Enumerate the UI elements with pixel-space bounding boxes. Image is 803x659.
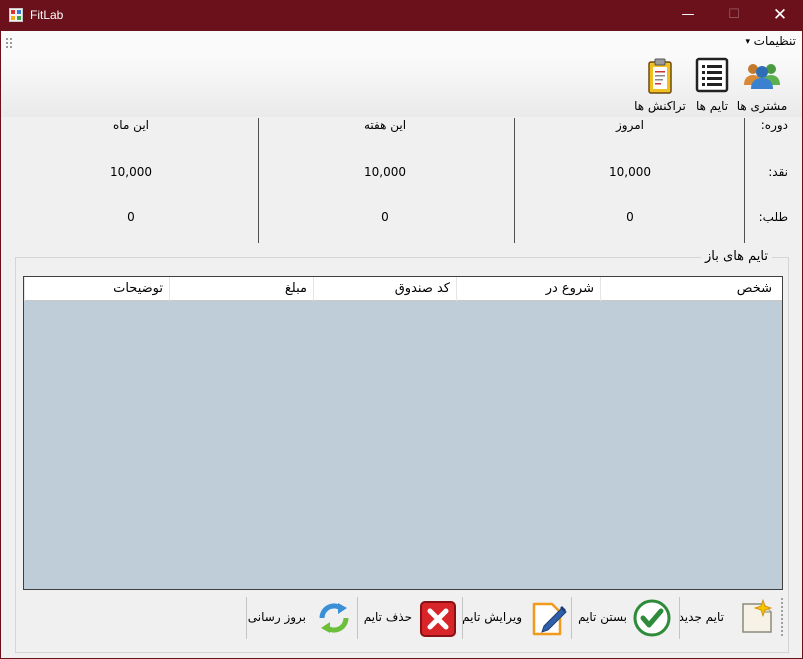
- edit-time-button[interactable]: ویرایش تایم: [462, 594, 570, 642]
- new-time-button[interactable]: تایم جدید: [678, 594, 776, 642]
- month-cash: 10,000: [110, 165, 152, 179]
- check-icon: [632, 598, 672, 641]
- refresh-icon: [314, 598, 354, 641]
- menu-grip-icon[interactable]: [6, 38, 12, 48]
- divider: [514, 118, 515, 243]
- separator: [679, 597, 680, 639]
- times-label: تایم ها: [695, 99, 729, 113]
- refresh-label: بروز رسانی: [247, 610, 306, 624]
- new-time-label: تایم جدید: [678, 610, 725, 624]
- today-debt: 0: [626, 210, 634, 224]
- col-header-cashbox[interactable]: کد صندوق: [313, 277, 456, 301]
- client-area: تنظیمات ▾ مشتری ها تایم ها تراکنش ها دور…: [1, 31, 802, 658]
- minimize-button[interactable]: —: [665, 0, 711, 31]
- list-icon: [694, 57, 730, 96]
- toolbar-grip-icon[interactable]: [781, 598, 784, 636]
- separator: [357, 597, 358, 639]
- close-time-label: بستن تایم: [578, 610, 627, 624]
- refresh-button[interactable]: بروز رسانی: [248, 594, 356, 642]
- debt-label: طلب:: [758, 210, 788, 224]
- col-header-person[interactable]: شخص: [600, 277, 778, 301]
- grid-header: شخص شروع در کد صندوق مبلغ توضیحات: [24, 277, 782, 301]
- transactions-label: تراکنش ها: [634, 99, 686, 113]
- week-debt: 0: [381, 210, 389, 224]
- action-toolbar: تایم جدید بستن تایم ویرایش تایم حذف تایم…: [246, 594, 786, 642]
- period-label: دوره:: [760, 118, 788, 132]
- delete-time-label: حذف تایم: [363, 610, 412, 624]
- open-times-title: تایم های باز: [701, 249, 772, 264]
- separator: [571, 597, 572, 639]
- customers-button[interactable]: مشتری ها: [735, 57, 789, 117]
- transactions-button[interactable]: تراکنش ها: [632, 57, 688, 117]
- close-button[interactable]: ✕: [757, 0, 803, 31]
- delete-icon: [418, 598, 458, 641]
- menu-settings[interactable]: تنظیمات: [754, 34, 796, 48]
- separator: [462, 597, 463, 639]
- week-title: این هفته: [363, 118, 407, 132]
- times-button[interactable]: تایم ها: [692, 57, 732, 117]
- customers-icon: [741, 57, 783, 94]
- divider: [744, 118, 745, 243]
- col-header-amount[interactable]: مبلغ: [169, 277, 313, 301]
- maximize-button[interactable]: ☐: [711, 0, 757, 31]
- delete-time-button[interactable]: حذف تایم: [358, 594, 461, 642]
- divider: [258, 118, 259, 243]
- edit-icon: [530, 598, 570, 641]
- app-icon: [9, 8, 23, 22]
- stats-panel: دوره: نقد: طلب: امروز 10,000 0 این هفته …: [1, 117, 802, 247]
- separator: [246, 597, 247, 639]
- edit-time-label: ویرایش تایم: [462, 610, 522, 624]
- today-title: امروز: [616, 118, 644, 132]
- close-time-button[interactable]: بستن تایم: [572, 594, 677, 642]
- title-bar[interactable]: FitLab — ☐ ✕: [0, 0, 803, 31]
- clipboard-icon: [645, 57, 675, 98]
- new-document-icon: [739, 598, 775, 639]
- col-header-notes[interactable]: توضیحات: [24, 277, 169, 301]
- toolbar: مشتری ها تایم ها تراکنش ها: [1, 53, 802, 117]
- week-cash: 10,000: [364, 165, 406, 179]
- open-times-grid[interactable]: شخص شروع در کد صندوق مبلغ توضیحات: [23, 276, 783, 590]
- col-header-start[interactable]: شروع در: [456, 277, 600, 301]
- month-title: این ماه: [113, 118, 149, 132]
- month-debt: 0: [127, 210, 135, 224]
- window-title: FitLab: [30, 8, 64, 22]
- chevron-down-icon: ▾: [745, 37, 750, 47]
- cash-label: نقد:: [768, 165, 788, 179]
- customers-label: مشتری ها: [736, 99, 788, 113]
- today-cash: 10,000: [609, 165, 651, 179]
- menu-bar: تنظیمات ▾: [1, 31, 802, 53]
- app-window: FitLab — ☐ ✕ تنظیمات ▾ مشتری ها تایم ها …: [0, 0, 803, 659]
